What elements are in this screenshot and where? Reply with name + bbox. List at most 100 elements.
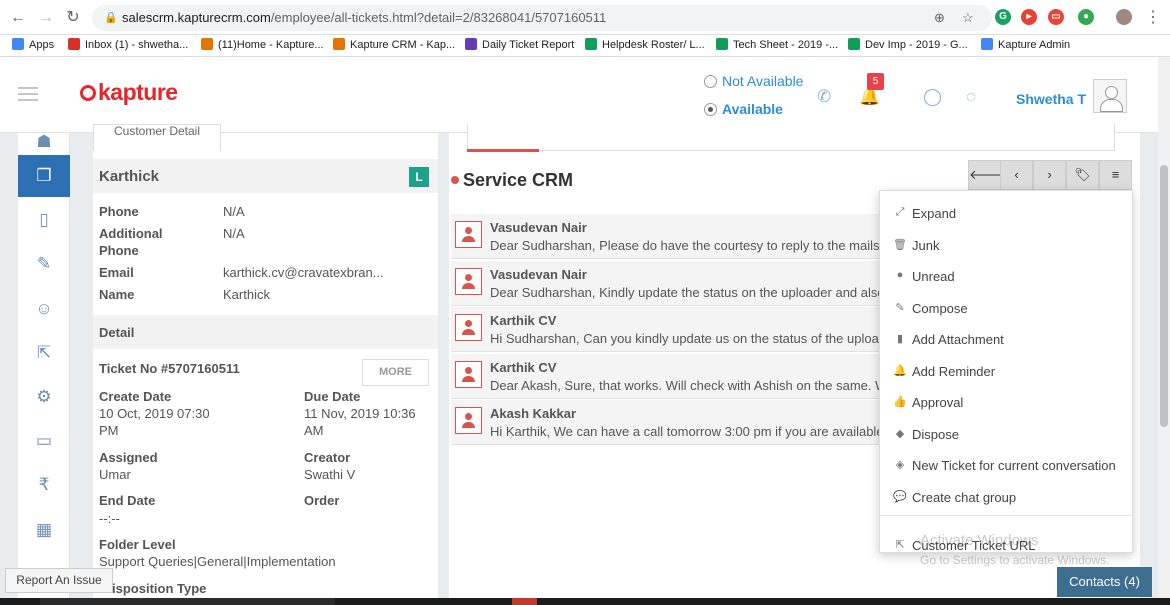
customer-name: Karthick	[99, 168, 160, 185]
active-tab-indicator	[467, 149, 539, 152]
extension-hangouts-icon[interactable]: ●	[1078, 9, 1094, 25]
users-icon[interactable]: ☺	[18, 288, 70, 330]
menu-item-approval[interactable]: 👍 Approval	[880, 388, 1134, 418]
create-date-value-2: PM	[99, 423, 119, 438]
forward-icon[interactable]: →	[36, 8, 56, 28]
bookmark-item[interactable]: Apps	[12, 38, 54, 51]
list-item[interactable]: Akash Kakkar Hi Karthik, We can have a ca…	[451, 400, 891, 445]
tag-icon: ◈	[895, 459, 905, 471]
name-value: Karthick	[223, 287, 270, 302]
folder-level-value: Support Queries|General|Implementation	[99, 554, 336, 569]
prev-button[interactable]: ‹	[1000, 160, 1033, 190]
address-bar[interactable]: 🔒 salescrm.kapturecrm.com/employee/all-t…	[92, 5, 992, 31]
create-date-value: 10 Oct, 2019 07:30	[99, 406, 210, 421]
windows-watermark: Activate Windows	[920, 532, 1039, 549]
monitor-icon[interactable]: ▭	[18, 420, 70, 462]
lead-badge: L	[409, 167, 429, 187]
create-date-label: Create Date	[99, 389, 172, 404]
tickets-icon[interactable]: ❐	[18, 155, 70, 197]
bookmark-item[interactable]: Inbox (1) - shwetha...	[68, 38, 188, 51]
share-icon[interactable]: ⇱	[18, 332, 70, 374]
bookmark-item[interactable]: Daily Ticket Report	[465, 38, 574, 51]
bookmark-item[interactable]: Kapture Admin	[981, 38, 1070, 51]
more-button[interactable]: MORE	[362, 359, 429, 386]
due-date-value-2: AM	[304, 423, 324, 438]
menu-divider	[880, 515, 1132, 516]
bookmark-icon	[12, 38, 24, 50]
message-preview: Hi Sudharshan, Can you kindly update us …	[490, 331, 891, 346]
menu-item-junk[interactable]: 🗑 Junk	[880, 231, 1134, 261]
message-sender: Vasudevan Nair	[490, 220, 587, 235]
left-icon-rail: ☗ ❐ ▯ ✎ ☺ ⇱ ⚙ ▭ ₹ ▦	[18, 132, 70, 605]
status-available[interactable]: Available	[704, 101, 783, 117]
phone-icon[interactable]: ✆	[817, 87, 831, 107]
end-date-value: --:--	[99, 511, 120, 526]
menu-dots-icon[interactable]: ⋮	[1143, 8, 1163, 28]
expand-icon: ⤢	[895, 206, 905, 218]
report-issue-button[interactable]: Report An Issue	[5, 568, 113, 593]
extension-g-icon[interactable]: G	[995, 9, 1011, 25]
customer-name-bar: Karthick L	[93, 159, 438, 193]
bookmark-icon	[465, 38, 477, 50]
grid-icon[interactable]: ▦	[18, 509, 70, 551]
bookmark-item[interactable]: Dev Imp - 2019 - G...	[848, 38, 968, 51]
clipboard-icon[interactable]: ▯	[18, 199, 70, 241]
next-button[interactable]: ›	[1033, 160, 1066, 190]
tags-button[interactable]: 🏷	[1066, 160, 1099, 190]
menu-item-add-reminder[interactable]: 🔔 Add Reminder	[880, 357, 1134, 387]
back-icon[interactable]: ←	[8, 8, 28, 28]
menu-item-new-ticket-for-current-conversation[interactable]: ◈ New Ticket for current conversation	[880, 451, 1134, 481]
extension-cast-icon[interactable]: ▭	[1048, 9, 1064, 25]
contacts-button[interactable]: Contacts (4)	[1057, 567, 1152, 597]
menu-item-expand[interactable]: ⤢ Expand	[880, 199, 1134, 229]
radio-checked-icon	[704, 103, 717, 116]
due-date-label: Due Date	[304, 389, 361, 404]
edit-icon[interactable]: ✎	[18, 243, 70, 285]
additional-phone-value: N/A	[223, 226, 245, 241]
menu-item-dispose[interactable]: ◆ Dispose	[880, 420, 1134, 450]
menu-item-unread[interactable]: ● Unread	[880, 262, 1134, 292]
bell-icon: 🔔	[893, 364, 907, 377]
file-icon: ▮	[896, 333, 904, 345]
bookmark-item[interactable]: Kapture CRM - Kap...	[333, 38, 455, 51]
zoom-icon[interactable]: ⊕	[934, 10, 945, 26]
status-not-available[interactable]: Not Available	[704, 73, 803, 89]
assigned-label: Assigned	[99, 450, 158, 465]
tab-customer-detail[interactable]: Customer Detail	[93, 124, 221, 151]
order-label: Order	[304, 493, 340, 508]
star-icon[interactable]: ☆	[962, 10, 974, 26]
actions-dropdown: ⇱ Customer Ticket URL ⤢ Expand 🗑 Junk ● Unrea…	[879, 190, 1133, 553]
user-avatar-icon	[455, 360, 482, 388]
reload-icon[interactable]: ↻	[63, 8, 83, 28]
circle-icon: ●	[896, 269, 904, 281]
windows-taskbar	[0, 598, 1170, 605]
hamburger-icon[interactable]	[18, 87, 38, 101]
avatar[interactable]	[1093, 79, 1127, 113]
list-item[interactable]: Karthik CV Dear Akash, Sure, that works. …	[451, 353, 891, 399]
scrollbar-thumb[interactable]	[1160, 165, 1168, 427]
message-preview: Dear Sudharshan, Please do have the cour…	[490, 238, 884, 253]
profile-avatar-icon[interactable]	[1116, 9, 1132, 25]
bell-icon[interactable]: 🔔	[859, 87, 880, 107]
chat-icon[interactable]: ◯	[923, 87, 942, 107]
status-dot-icon	[451, 176, 459, 184]
settings-icon[interactable]: ⚙	[18, 376, 70, 418]
menu-button[interactable]: ≡	[1099, 160, 1132, 190]
menu-item-compose[interactable]: ✎ Compose	[880, 294, 1134, 324]
bookmark-item[interactable]: Tech Sheet - 2019 -...	[716, 38, 838, 51]
back-arrow-button[interactable]: 🡐	[968, 160, 1004, 190]
list-item[interactable]: Vasudevan Nair Dear Sudharshan, Kindly up…	[451, 260, 891, 306]
url-text: salescrm.kapturecrm.com/employee/all-tic…	[122, 10, 607, 25]
list-item[interactable]: Vasudevan Nair Dear Sudharshan, Please do…	[451, 214, 891, 259]
list-item[interactable]: Karthik CV Hi Sudharshan, Can you kindly …	[451, 307, 891, 352]
menu-item-create-chat-group[interactable]: 💬 Create chat group	[880, 483, 1134, 513]
bookmark-item[interactable]: Helpdesk Roster/ L...	[585, 38, 705, 51]
rupee-icon[interactable]: ₹	[18, 464, 70, 506]
extension-share-icon[interactable]: ▸	[1021, 9, 1037, 25]
conversations-icon[interactable]: ◌	[966, 87, 976, 107]
menu-item-add-attachment[interactable]: ▮ Add Attachment	[880, 325, 1134, 355]
notification-badge: 5	[867, 73, 884, 90]
bookmark-item[interactable]: (11)Home - Kapture...	[201, 38, 324, 51]
user-name[interactable]: Shwetha T	[1016, 91, 1086, 107]
name-label: Name	[99, 287, 135, 302]
